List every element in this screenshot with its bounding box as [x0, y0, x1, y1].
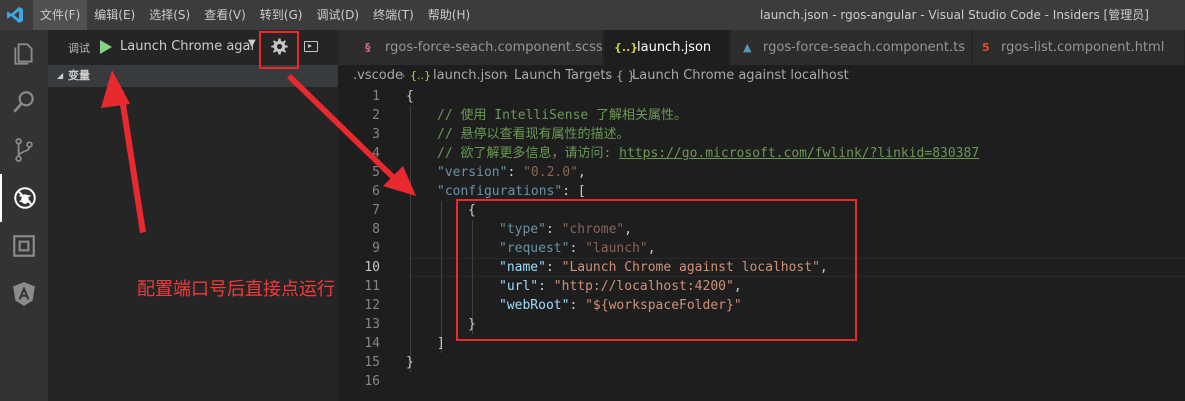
line-number: 8: [372, 222, 380, 237]
debug-label: 调试: [68, 42, 90, 55]
tab-label: rgos-list.component.html: [1001, 40, 1165, 55]
tab-bar: § rgos-force-seach.component.scss {..} l…: [338, 30, 1185, 65]
code-line: 15}: [338, 353, 1185, 372]
vscode-logo-icon: [7, 7, 23, 23]
line-number: 7: [372, 203, 380, 218]
menu-item[interactable]: 帮助(H): [421, 0, 477, 30]
line-number: 1: [372, 89, 380, 104]
code-line: 4 // 欲了解更多信息，请访问: https://go.microsoft.co…: [338, 144, 1185, 163]
menu-item[interactable]: 文件(F): [33, 0, 88, 30]
json-icon: {..}: [410, 69, 431, 82]
search-icon[interactable]: [0, 78, 48, 126]
menu-bar: 文件(F) 编辑(E) 选择(S) 查看(V) 转到(G) 调试(D) 终端(T) 帮助(H): [33, 0, 477, 30]
menu-item[interactable]: 转到(G): [253, 0, 310, 30]
line-number: 15: [364, 355, 380, 370]
code-line: 5 "version": "0.2.0",: [338, 163, 1185, 182]
menu-item[interactable]: 调试(D): [309, 0, 366, 30]
line-number: 2: [372, 108, 380, 123]
angular-file-icon: ▲: [743, 41, 752, 54]
tab-label: launch.json: [637, 40, 712, 55]
line-number: 14: [364, 336, 380, 351]
line-number: 9: [372, 241, 380, 256]
source-control-icon[interactable]: [0, 126, 48, 174]
chevron-right-icon: ›: [606, 69, 611, 82]
menu-item[interactable]: 查看(V): [197, 0, 253, 30]
code-token: // 欲了解更多信息，请访问:: [437, 146, 620, 161]
menu-item[interactable]: 编辑(E): [87, 0, 142, 30]
line-number: 11: [364, 279, 380, 294]
code-text: // 欲了解更多信息，请访问: https://go.microsoft.com…: [437, 144, 979, 163]
code-text: }: [406, 353, 414, 372]
breadcrumb-item[interactable]: Launch Chrome against localhost: [632, 65, 849, 87]
code-token[interactable]: https://go.microsoft.com/fwlink/?linkid=…: [619, 146, 979, 161]
code-token: // 悬停以查看现有属性的描述。: [437, 127, 630, 142]
variables-label: 变量: [68, 69, 90, 82]
code-token: {: [406, 89, 414, 104]
code-line: 2 // 使用 IntelliSense 了解相关属性。: [338, 106, 1185, 125]
line-number: 3: [372, 127, 380, 142]
annotation-text: 配置端口号后直接点运行: [137, 279, 335, 300]
code-token: : [: [562, 184, 586, 199]
breadcrumb-folder[interactable]: .vscode: [353, 65, 403, 87]
code-line: 1{: [338, 87, 1185, 106]
tab-launch-json[interactable]: {..} launch.json: [604, 30, 730, 65]
window-title: launch.json - rgos-angular - Visual Stud…: [760, 8, 1149, 22]
code-text: ]: [437, 334, 445, 353]
line-number: 13: [364, 317, 380, 332]
menu-item[interactable]: 选择(S): [142, 0, 197, 30]
title-bar: 文件(F) 编辑(E) 选择(S) 查看(V) 转到(G) 调试(D) 终端(T) 帮助(H)…: [0, 0, 1185, 30]
code-token: ,: [577, 165, 586, 180]
code-text: {: [406, 87, 414, 106]
code-line: 3 // 悬停以查看现有属性的描述。: [338, 125, 1185, 144]
html-icon: 5: [982, 41, 990, 54]
debug-sidebar: 调试 Launch Chrome agai ▼ ◢ 变量: [48, 30, 338, 401]
code-text: "version": "0.2.0",: [437, 163, 586, 182]
activity-bar: [0, 30, 48, 401]
chevron-right-icon: ›: [401, 69, 406, 82]
tab-label: rgos-force-seach.component.ts: [763, 40, 966, 55]
debug-icon[interactable]: [0, 174, 48, 222]
code-text: // 悬停以查看现有属性的描述。: [437, 125, 629, 144]
code-token: // 使用 IntelliSense 了解相关属性。: [437, 108, 688, 123]
debug-configuration-select[interactable]: Launch Chrome agai: [120, 37, 258, 57]
code-token: }: [406, 355, 414, 370]
line-number: 6: [372, 184, 380, 199]
tab-scss[interactable]: § rgos-force-seach.component.scss: [338, 30, 603, 65]
line-number: 12: [364, 298, 380, 313]
extensions-icon[interactable]: [0, 222, 48, 270]
annotation-config-highlight: [456, 199, 857, 341]
line-number: 5: [372, 165, 380, 180]
code-token: "configurations": [437, 184, 563, 199]
start-debugging-button[interactable]: [100, 40, 112, 54]
line-number: 4: [372, 146, 380, 161]
menu-item[interactable]: 终端(T): [366, 0, 421, 30]
open-debug-console-button[interactable]: [304, 41, 318, 52]
line-number: 10: [364, 260, 380, 275]
chevron-down-icon[interactable]: ▼: [248, 38, 256, 49]
code-line: 16: [338, 372, 1185, 391]
json-icon: {..}: [614, 41, 639, 54]
angular-icon[interactable]: [0, 270, 48, 318]
line-number: 16: [364, 374, 380, 389]
tab-list-html[interactable]: 5 rgos-list.component.html: [973, 30, 1185, 65]
code-token: "version": [437, 165, 508, 180]
breadcrumb: .vscode › {..} launch.json › Launch Targ…: [338, 65, 1185, 87]
breadcrumb-file[interactable]: launch.json: [433, 65, 507, 87]
annotation-gear-highlight: [259, 31, 299, 69]
code-text: // 使用 IntelliSense 了解相关属性。: [437, 106, 687, 125]
code-token: "0.2.0": [523, 165, 578, 180]
explorer-icon[interactable]: [0, 30, 48, 78]
tab-label: rgos-force-seach.component.scss: [385, 40, 603, 55]
code-token: ]: [437, 336, 445, 351]
chevron-right-icon: ›: [504, 69, 509, 82]
chevron-down-icon: ◢: [57, 71, 64, 80]
breadcrumb-section[interactable]: Launch Targets: [514, 65, 612, 87]
sass-icon: §: [365, 41, 371, 54]
code-token: :: [507, 165, 524, 180]
tab-component-ts[interactable]: ▲ rgos-force-seach.component.ts: [731, 30, 972, 65]
